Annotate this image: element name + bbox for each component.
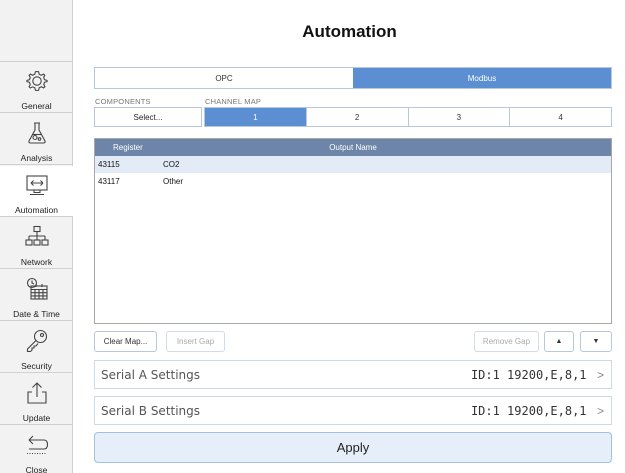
network-icon [24,224,50,255]
sidebar-item-label: Network [20,257,53,267]
table-header: Register Output Name [95,139,611,156]
sidebar-item-analysis[interactable]: Analysis [0,114,73,165]
sidebar-item-label: Automation [15,205,58,215]
tab-channel-1[interactable]: 1 [205,108,306,126]
serial-b-label: Serial B Settings [101,403,201,418]
triangle-down-icon: ▼ [592,338,600,345]
page-title: Automation [302,22,397,41]
sidebar-item-label: Security [21,361,52,371]
gear-icon [24,68,50,99]
tab-opc[interactable]: OPC [95,68,353,88]
chevron-right-icon: > [596,367,604,382]
serial-a-label: Serial A Settings [101,367,201,382]
sidebar-item-security[interactable]: Security [0,322,73,373]
table-row[interactable]: 43117 Other [95,173,611,190]
cell-register: 43115 [98,160,120,169]
calendar-clock-icon [24,276,50,307]
move-up-button[interactable]: ▲ [544,331,574,352]
protocol-selector: OPC Modbus [94,67,612,89]
components-label: COMPONENTS [95,97,151,106]
cell-register: 43117 [98,177,120,186]
serial-a-value: ID:1 19200,E,8,1 [470,367,587,382]
upload-icon [24,380,50,411]
cell-output-name: Other [163,177,184,186]
sidebar-item-label: General [21,101,52,111]
column-header-output-name: Output Name [329,143,377,152]
main-panel: Automation OPC Modbus COMPONENTS CHANNEL… [74,0,625,473]
serial-b-settings-row[interactable]: Serial B Settings ID:1 19200,E,8,1 > [94,396,612,425]
tab-channel-4[interactable]: 4 [509,108,611,126]
sidebar-item-label: Date & Time [13,309,60,319]
sidebar-item-close[interactable]: Close [0,426,73,473]
cell-output-name: CO2 [163,160,180,169]
serial-a-settings-row[interactable]: Serial A Settings ID:1 19200,E,8,1 > [94,360,612,389]
table-row[interactable]: 43115 CO2 [95,156,611,173]
apply-button[interactable]: Apply [94,432,612,463]
sidebar-item-automation[interactable]: Automation [0,166,73,217]
channel-map-tabs: 1 2 3 4 [204,107,612,127]
triangle-up-icon: ▲ [555,338,563,345]
sidebar-item-label: Close [25,465,48,473]
back-arrow-icon [24,432,50,463]
column-header-register: Register [113,143,143,152]
automation-icon [24,172,50,203]
sidebar-item-general[interactable]: General [0,62,73,113]
serial-b-value: ID:1 19200,E,8,1 [470,403,587,418]
sidebar-item-date-time[interactable]: Date & Time [0,270,73,321]
register-map-table: Register Output Name 43115 CO2 43117 Oth… [94,138,612,324]
remove-gap-button[interactable]: Remove Gap [474,331,539,352]
components-select-button[interactable]: Select... [94,107,202,127]
clear-map-button[interactable]: Clear Map... [94,331,157,352]
tab-modbus[interactable]: Modbus [353,68,611,88]
flask-icon [24,120,50,151]
key-icon [24,328,50,359]
tab-channel-3[interactable]: 3 [407,108,510,126]
chevron-right-icon: > [596,403,604,418]
move-down-button[interactable]: ▼ [580,331,612,352]
sidebar-item-label: Analysis [20,153,53,163]
tab-channel-2[interactable]: 2 [305,108,408,126]
channel-map-label: CHANNEL MAP [205,97,262,106]
sidebar-item-network[interactable]: Network [0,218,73,269]
insert-gap-button[interactable]: Insert Gap [166,331,225,352]
sidebar: General Analysis Automation Network Date… [0,0,73,473]
sidebar-header [0,0,72,62]
sidebar-item-label: Update [22,413,51,423]
sidebar-item-update[interactable]: Update [0,374,73,425]
